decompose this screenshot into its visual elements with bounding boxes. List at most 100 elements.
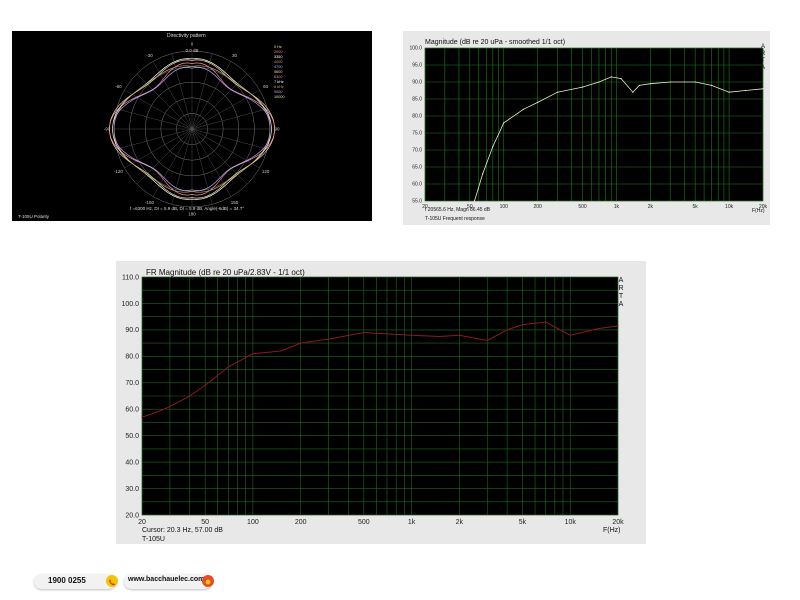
- arta-letter: A: [760, 65, 765, 71]
- y-tick-label: 20.0: [125, 512, 139, 519]
- fr-small-chart-panel: Magnitude (dB re 20 uPa - smoothed 1/1 o…: [403, 31, 770, 225]
- polar-spoke: [191, 128, 232, 197]
- fr-small-chart-svg: 55.0 60.0 65.0 70.0 75.0 80.0 85.0 90.0 95.0 100.…: [409, 46, 767, 210]
- polar-spoke: [191, 108, 268, 130]
- data-point: [669, 81, 671, 83]
- contact-bar: 1900 0255 www.bacchauelec.com: [0, 565, 800, 600]
- data-point: [728, 91, 730, 93]
- data-point: [694, 81, 696, 83]
- y-tick-label: 55.0: [412, 199, 422, 205]
- polar-legend-item: 2000: [274, 50, 282, 54]
- fr-large-xunit: F(Hz): [603, 527, 621, 534]
- data-point: [438, 335, 441, 338]
- polar-spoke: [191, 128, 268, 150]
- arta-letter: T: [761, 58, 765, 64]
- polar-spoke: [116, 128, 193, 150]
- data-point: [492, 146, 494, 148]
- arta-letter: T: [618, 293, 624, 300]
- x-tick-label: 1k: [614, 204, 620, 210]
- polar-top-label: 0.0 dB: [185, 48, 198, 53]
- y-tick-label: 95.0: [412, 63, 422, 69]
- polar-spoke: [152, 61, 193, 130]
- polar-chart-svg: 0306090120150180-150-120-90-60-300.0 dB0…: [104, 42, 285, 217]
- polar-spoke: [191, 73, 248, 130]
- data-point: [410, 334, 413, 336]
- hotline-pill[interactable]: 1900 0255: [34, 574, 118, 589]
- data-point: [486, 339, 488, 342]
- cursor-click-icon: [202, 575, 214, 587]
- website-pill[interactable]: www.bacchauelec.com: [124, 574, 214, 589]
- data-point: [598, 81, 600, 83]
- polar-spoke: [171, 53, 193, 130]
- data-point: [189, 395, 191, 397]
- fr-large-chart-panel: FR Magnitude (dB re 20 uPa/2.83V - 1/1 o…: [116, 261, 646, 544]
- data-point: [617, 325, 619, 327]
- polar-spoke: [191, 53, 213, 130]
- data-point: [638, 84, 641, 86]
- polar-angle-label: 180: [188, 212, 196, 217]
- y-tick-label: 50.0: [125, 433, 139, 440]
- polar-spoke: [191, 128, 248, 185]
- polar-angle-label: -30: [146, 53, 153, 58]
- fr-large-cursor-readout: Cursor: 20.3 Hz, 57.00 dB: [142, 527, 223, 534]
- polar-angle-label: -150: [145, 200, 155, 205]
- y-tick-label: 85.0: [412, 97, 422, 103]
- polar-legend-item: 7 kHz: [274, 80, 284, 84]
- y-tick-label: 80.0: [125, 354, 139, 361]
- polar-legend-item: 0 Hz: [274, 45, 282, 49]
- y-tick-label: 60.0: [412, 182, 422, 188]
- arta-letter: R: [760, 51, 766, 57]
- data-point: [473, 200, 476, 202]
- arta-letter: A: [760, 44, 765, 50]
- polar-legend-item: 5600: [274, 70, 282, 74]
- y-tick-label: 90.0: [125, 327, 139, 334]
- data-point: [458, 334, 460, 336]
- polar-spoke: [136, 73, 193, 130]
- y-tick-label: 70.0: [412, 148, 422, 154]
- data-point: [522, 108, 525, 110]
- polar-spoke: [171, 128, 193, 205]
- polar-legend-item: 10000: [274, 95, 285, 99]
- arta-letter: A: [618, 277, 624, 284]
- data-point: [521, 324, 524, 326]
- data-point: [597, 327, 599, 330]
- polar-angle-label: 60: [263, 84, 269, 89]
- data-point: [227, 366, 229, 368]
- data-point: [620, 78, 622, 80]
- x-tick-label: 5k: [519, 519, 527, 526]
- x-tick-label: 1k: [408, 519, 416, 526]
- polar-angle-label: 30: [232, 53, 238, 58]
- x-tick-label: 200: [533, 204, 542, 210]
- arta-letter: R: [618, 285, 624, 292]
- polar-angle-label: -120: [114, 169, 124, 174]
- x-tick-label: 20: [138, 519, 146, 526]
- data-point: [506, 329, 508, 331]
- fr-large-arta-logo: A R T A: [618, 277, 624, 309]
- polar-caption: T-105U Polarity: [18, 214, 50, 219]
- data-point: [363, 331, 365, 334]
- data-point: [252, 353, 254, 355]
- fr-large-caption: T-105U: [142, 536, 165, 543]
- x-tick-label: 10k: [565, 519, 577, 526]
- polar-angle-label: -60: [115, 84, 122, 89]
- data-point: [762, 88, 764, 90]
- polar-spoke: [152, 128, 193, 197]
- data-point: [482, 173, 484, 175]
- x-tick-label: 50: [201, 519, 209, 526]
- data-point: [328, 338, 330, 340]
- x-tick-label: 100: [500, 204, 509, 210]
- polar-legend-item: 8 kHz: [274, 85, 284, 89]
- polar-angle-label: 120: [262, 169, 270, 174]
- y-tick-label: 100.0: [121, 301, 139, 308]
- fr-small-cursor-readout: f 20565.6 Hz, Magn 86.45 dB: [425, 207, 491, 213]
- x-tick-label: 10k: [725, 204, 734, 210]
- data-point: [300, 342, 302, 344]
- y-tick-label: 30.0: [125, 486, 139, 493]
- x-tick-label: 200: [295, 519, 307, 526]
- y-tick-label: 75.0: [412, 131, 422, 137]
- polar-spoke: [136, 128, 193, 185]
- y-tick-label: 110.0: [122, 274, 139, 281]
- data-point: [649, 83, 651, 85]
- x-tick-label: 500: [358, 519, 370, 526]
- website-link[interactable]: www.bacchauelec.com: [128, 576, 204, 583]
